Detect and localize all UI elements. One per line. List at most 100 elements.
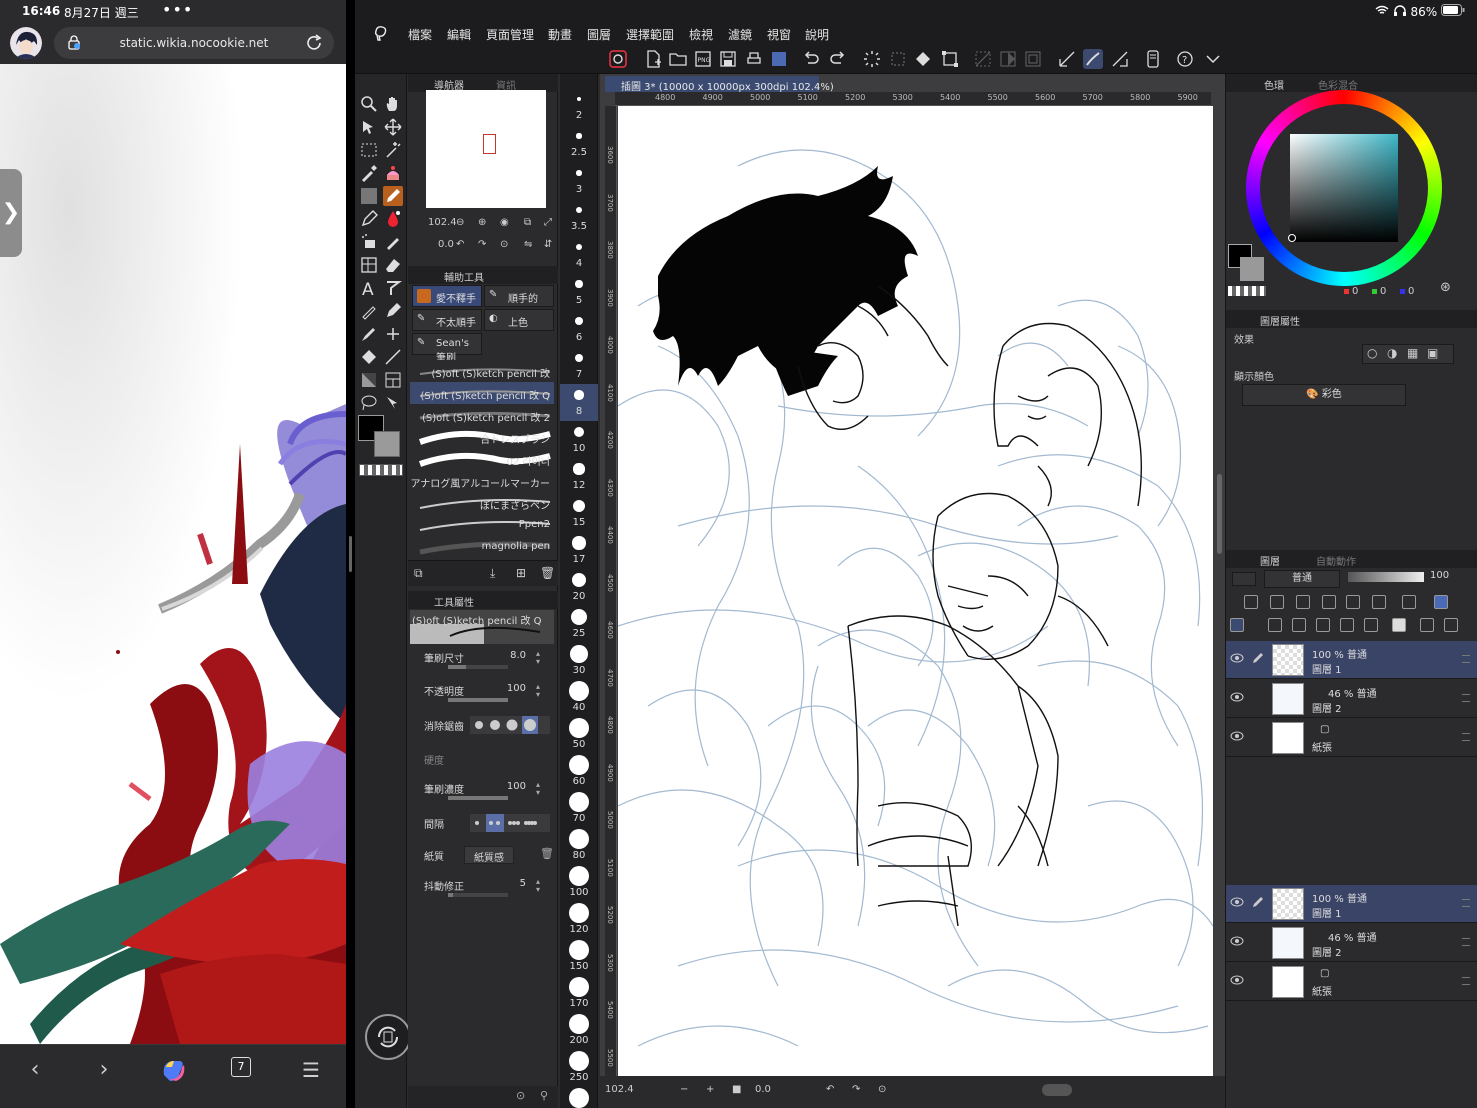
export-png-icon[interactable]: PNG [693, 49, 713, 69]
help-icon[interactable]: ? [1175, 49, 1195, 69]
layer-panel-mode-icon[interactable] [1230, 618, 1244, 632]
brush-item[interactable]: magnolia pen [410, 536, 554, 558]
forward-button[interactable]: › [89, 1055, 119, 1085]
spinner-icon[interactable]: ▴ ▾ [536, 650, 548, 666]
selection-invert-icon[interactable] [973, 49, 993, 69]
brush-size-preset[interactable]: 50 [560, 717, 598, 754]
wrench-icon[interactable]: ⚲ [540, 1089, 548, 1102]
new-folder-icon[interactable] [1316, 618, 1330, 632]
object-select-tool-icon[interactable] [383, 393, 403, 413]
drag-handle-icon[interactable] [1462, 655, 1470, 663]
brush-size-preset[interactable]: 150 [560, 939, 598, 976]
sub-tool-title[interactable]: 輔助工具 [444, 269, 484, 284]
drag-handle-icon[interactable] [1462, 733, 1470, 741]
border-effect-icon[interactable]: ○ [1367, 346, 1377, 360]
reference-layer-icon[interactable] [1270, 595, 1284, 609]
opacity-slider[interactable] [448, 698, 508, 702]
brush-size-preset[interactable]: 2.5 [560, 125, 598, 162]
save-icon[interactable] [718, 49, 738, 69]
gradient-tool-icon[interactable] [359, 370, 379, 390]
line-tool-icon[interactable] [383, 347, 403, 367]
menu-selection[interactable]: 選擇範圍 [626, 26, 674, 43]
drag-handle-icon[interactable] [1462, 899, 1470, 907]
reset-icon[interactable]: ⊙ [516, 1089, 525, 1102]
navigator-zoom-value[interactable]: 102.4 [428, 217, 457, 228]
brush-size-row[interactable]: 筆刷尺寸 8.0 ▴ ▾ [416, 648, 552, 678]
menu-filter[interactable]: 濾鏡 [728, 26, 752, 43]
correct-line-tool-icon[interactable] [359, 301, 379, 321]
brush-size-preset[interactable]: 20 [560, 569, 598, 606]
print-icon[interactable] [744, 49, 764, 69]
brush-size-value[interactable]: 8.0 [510, 650, 526, 661]
brush-size-preset[interactable]: 200 [560, 1013, 598, 1050]
layer-row[interactable]: ▢ 紙張 [1226, 963, 1477, 1001]
selection-expand-icon[interactable] [998, 49, 1018, 69]
horizontal-scrollbar[interactable] [1042, 1084, 1072, 1096]
blend-mode-select[interactable]: 普通 [1264, 570, 1340, 588]
brush-size-slider[interactable] [448, 665, 508, 669]
rotate-left-icon[interactable]: ↶ [456, 239, 464, 250]
layer-name[interactable]: 圖層 1 [1312, 905, 1342, 920]
spinner-icon[interactable]: ▴ ▾ [536, 781, 548, 797]
operation-tool-icon[interactable] [359, 117, 379, 137]
brush-size-preset[interactable]: 3.5 [560, 199, 598, 236]
navigator-rotation-value[interactable]: 0.0 [438, 239, 454, 250]
eye-icon[interactable] [1230, 652, 1244, 664]
eye-icon[interactable] [1230, 935, 1244, 947]
sub-color-chip[interactable] [1240, 257, 1264, 281]
drag-handle-icon[interactable] [1462, 977, 1470, 985]
spinner-icon[interactable]: ▴ ▾ [536, 683, 548, 699]
eyedropper-tool-icon[interactable] [359, 163, 379, 183]
quick-access-sync-button[interactable] [365, 1014, 411, 1060]
stabilization-row[interactable]: 抖動修正 5 ▴ ▾ [416, 876, 552, 906]
layer-row[interactable]: 100 % 普通 圖層 1 [1226, 885, 1477, 923]
status-rotate-left-icon[interactable]: ↶ [826, 1084, 834, 1095]
layer-row[interactable]: 46 % 普通 圖層 2 [1226, 924, 1477, 962]
brush-size-preset[interactable]: 10 [560, 421, 598, 458]
profile-avatar[interactable] [10, 27, 42, 59]
stabilization-value[interactable]: 5 [520, 878, 526, 889]
vertical-scrollbar[interactable] [1217, 474, 1222, 554]
antialias-selector[interactable] [470, 716, 550, 734]
brush-size-preset[interactable]: 3 [560, 162, 598, 199]
mask-icon[interactable] [1372, 595, 1386, 609]
canvas-paper[interactable] [618, 106, 1213, 1076]
effect-buttons[interactable]: ○ ◑ ▦ ▣ [1362, 344, 1454, 364]
menu-layer[interactable]: 圖層 [587, 26, 611, 43]
menu-help[interactable]: 說明 [805, 26, 829, 43]
brush-size-preset[interactable]: 2 [560, 88, 598, 125]
layer-row[interactable]: 46 % 普通 圖層 2 [1226, 680, 1477, 718]
layer-color-icon[interactable] [1434, 595, 1448, 609]
tabs-button[interactable]: 7 [231, 1057, 251, 1077]
sidebar-handle[interactable]: ❯ [0, 169, 22, 257]
brush-size-preset[interactable]: 120 [560, 902, 598, 939]
ruler-snap-icon[interactable] [1057, 49, 1077, 69]
pattern-effect-icon[interactable]: ▦ [1407, 346, 1418, 360]
sub-tool-settings-icon[interactable]: ⧉ [414, 566, 430, 582]
layer-color-effect-icon[interactable]: ▣ [1427, 346, 1438, 360]
tone-effect-icon[interactable]: ◑ [1387, 346, 1397, 360]
brush-size-preset[interactable]: 40 [560, 680, 598, 717]
layer-mask-icon[interactable] [1392, 618, 1406, 632]
magic-wand-tool-icon[interactable] [383, 140, 403, 160]
color-wheel[interactable] [1246, 90, 1442, 286]
fill-bucket-tool-icon[interactable] [359, 347, 379, 367]
open-folder-icon[interactable] [668, 49, 688, 69]
redo-icon[interactable] [828, 49, 848, 69]
layer-name[interactable]: 圖層 2 [1312, 944, 1342, 959]
brush-size-preset[interactable]: 15 [560, 495, 598, 532]
brush-size-preset[interactable]: 4 [560, 236, 598, 273]
opacity-value[interactable]: 100 [507, 683, 526, 694]
eye-icon[interactable] [1230, 691, 1244, 703]
status-zoom-value[interactable]: 102.4 [605, 1084, 634, 1095]
brush-item[interactable]: 合トレスブラシ [410, 426, 554, 448]
reset-rotation-icon[interactable]: ⊙ [500, 239, 508, 250]
brush-size-preset[interactable]: 70 [560, 791, 598, 828]
merge-layer-icon[interactable] [1364, 618, 1378, 632]
duplicate-sub-tool-icon[interactable]: ⊞ [516, 566, 532, 582]
zoom-fit-icon[interactable]: ◉ [500, 217, 509, 228]
hardness-row[interactable]: 硬度 [416, 750, 552, 780]
brush-size-preset[interactable]: 250 [560, 1050, 598, 1087]
brush-size-preset[interactable]: 12 [560, 458, 598, 495]
drag-handle-icon[interactable] [1462, 694, 1470, 702]
